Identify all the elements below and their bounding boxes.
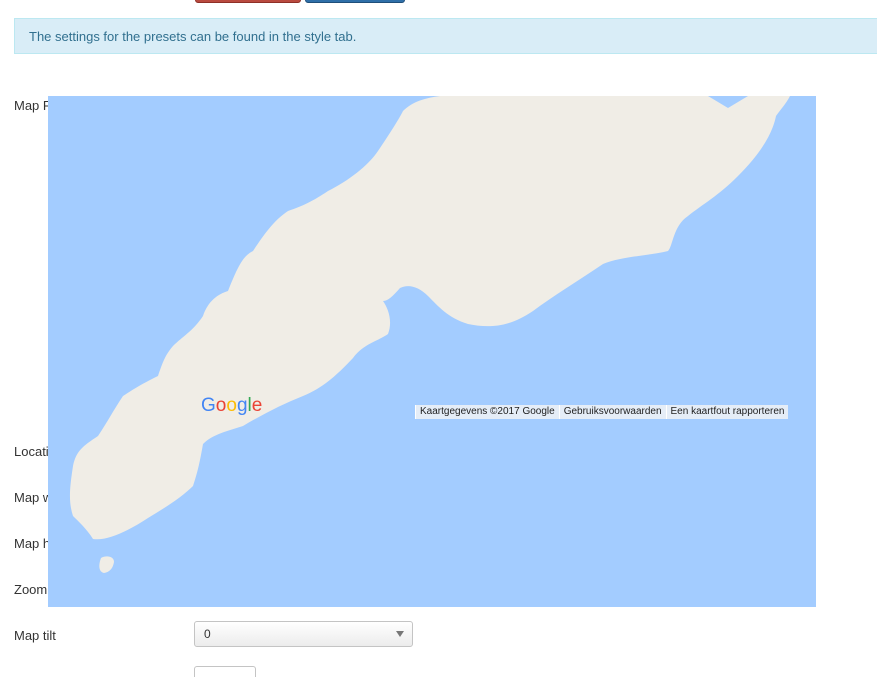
- map-data-credit: Kaartgegevens ©2017 Google: [415, 405, 559, 419]
- google-logo: Google: [201, 395, 263, 416]
- map-canvas[interactable]: Google Kaartgegevens ©2017 Google Gebrui…: [48, 96, 816, 607]
- map-svg: [48, 96, 816, 607]
- map-preset-label: Map P: [14, 98, 52, 113]
- map-width-label: Map w: [14, 490, 53, 505]
- info-alert-text: The settings for the presets can be foun…: [29, 29, 357, 44]
- top-blue-button[interactable]: [305, 0, 405, 3]
- map-tilt-select[interactable]: 0: [194, 621, 413, 647]
- next-input-field[interactable]: [194, 666, 256, 677]
- zoom-label: Zoom: [14, 582, 48, 597]
- report-error-link[interactable]: Een kaartfout rapporteren: [665, 405, 789, 419]
- chevron-down-icon: [396, 631, 404, 637]
- map-height-label: Map h: [14, 536, 51, 551]
- terms-link[interactable]: Gebruiksvoorwaarden: [558, 405, 666, 419]
- map-tilt-label: Map tilt: [14, 628, 56, 643]
- info-alert: The settings for the presets can be foun…: [14, 18, 877, 54]
- map-attribution: Kaartgegevens ©2017 Google Gebruiksvoorw…: [415, 405, 789, 419]
- location-label: Locati: [14, 444, 49, 459]
- map-tilt-select-value: 0: [204, 627, 211, 641]
- top-red-button[interactable]: [195, 0, 301, 3]
